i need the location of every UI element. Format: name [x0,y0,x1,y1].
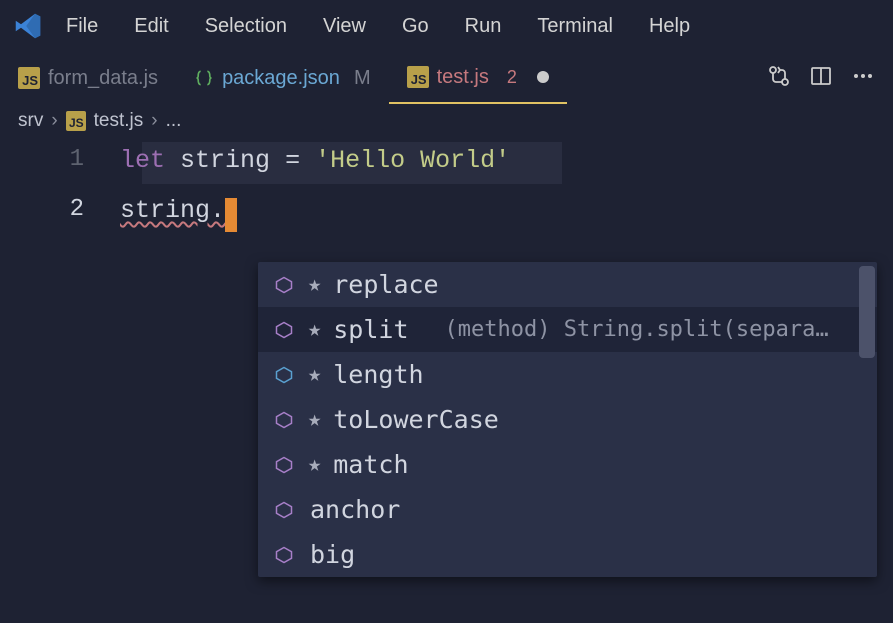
vscode-logo-icon [8,12,48,40]
menu-selection[interactable]: Selection [187,0,305,52]
json-file-icon [194,68,214,88]
suggest-label: match [333,450,408,479]
tab-label: form_data.js [48,67,158,90]
autocomplete-popup: ★ replace ★ split (method) String.split(… [258,262,877,577]
tab-problem-count: 2 [507,67,517,88]
chevron-right-icon: › [51,110,57,132]
star-icon: ★ [308,452,321,477]
suggest-item-tolowercase[interactable]: ★ toLowerCase [258,397,877,442]
menu-help[interactable]: Help [631,0,708,52]
star-icon: ★ [308,362,321,387]
menu-bar: File Edit Selection View Go Run Terminal… [0,0,893,52]
method-icon [272,498,296,522]
suggest-item-replace[interactable]: ★ replace [258,262,877,307]
line-number: 2 [0,192,120,223]
text-cursor [225,198,237,232]
split-editor-icon[interactable] [809,64,833,93]
suggest-item-length[interactable]: ★ length [258,352,877,397]
menu-terminal[interactable]: Terminal [519,0,631,52]
code-line[interactable]: let string = 'Hello World' [120,142,510,175]
line-number: 1 [0,142,120,173]
tab-bar: JS form_data.js package.json M JS test.j… [0,52,893,104]
code-editor[interactable]: 1 let string = 'Hello World' 2 string. [0,142,893,242]
chevron-right-icon: › [151,110,157,132]
breadcrumb[interactable]: srv › JS test.js › ... [0,104,893,142]
code-line[interactable]: string. [120,192,237,232]
editor-actions [767,64,893,93]
scrollbar-thumb[interactable] [859,266,875,358]
suggest-item-big[interactable]: big [258,532,877,577]
js-file-icon: JS [407,66,429,88]
compare-changes-icon[interactable] [767,64,791,93]
tab-form-data[interactable]: JS form_data.js [0,52,176,104]
method-icon [272,318,296,342]
tab-dirty-indicator [537,71,549,83]
breadcrumb-file[interactable]: test.js [94,110,144,132]
method-icon [272,273,296,297]
tab-label: test.js [437,66,489,89]
suggest-label: length [333,360,423,389]
method-icon [272,453,296,477]
suggest-label: anchor [310,495,400,524]
suggest-detail: (method) String.split(separa… [421,317,863,342]
suggest-label: big [310,540,355,569]
breadcrumb-folder[interactable]: srv [18,110,43,132]
star-icon: ★ [308,317,321,342]
menu-run[interactable]: Run [447,0,520,52]
more-actions-icon[interactable] [851,64,875,93]
js-file-icon: JS [18,67,40,89]
suggest-item-split[interactable]: ★ split (method) String.split(separa… [258,307,877,352]
menu-view[interactable]: View [305,0,384,52]
star-icon: ★ [308,272,321,297]
menu-go[interactable]: Go [384,0,447,52]
tab-test-js[interactable]: JS test.js 2 [389,52,567,104]
menu-file[interactable]: File [48,0,116,52]
tab-package-json[interactable]: package.json M [176,52,389,104]
suggest-item-match[interactable]: ★ match [258,442,877,487]
menu-edit[interactable]: Edit [116,0,186,52]
star-icon: ★ [308,407,321,432]
tab-label: package.json [222,67,340,90]
breadcrumb-symbol[interactable]: ... [166,110,182,132]
tab-modified-indicator: M [354,67,371,90]
method-icon [272,543,296,567]
field-icon [272,363,296,387]
suggest-label: split [333,315,408,344]
js-file-icon: JS [66,111,86,131]
suggest-label: replace [333,270,438,299]
suggest-label: toLowerCase [333,405,499,434]
method-icon [272,408,296,432]
suggest-item-anchor[interactable]: anchor [258,487,877,532]
